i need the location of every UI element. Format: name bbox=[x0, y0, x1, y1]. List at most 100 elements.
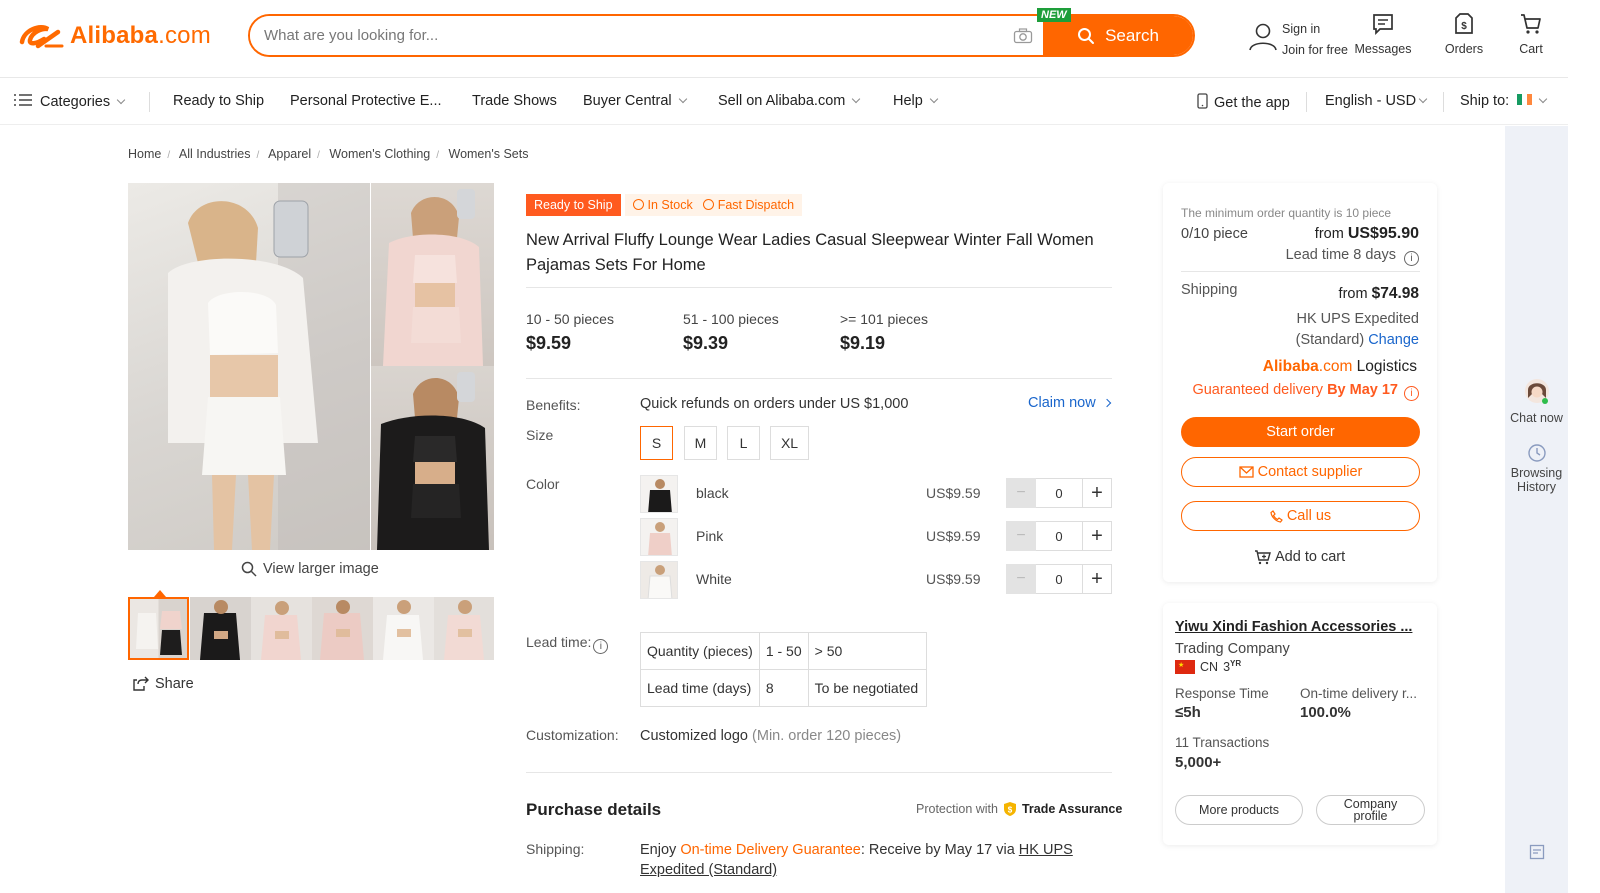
size-option-xl[interactable]: XL bbox=[770, 426, 809, 460]
increment-button[interactable]: + bbox=[1082, 521, 1112, 551]
color-name: White bbox=[696, 571, 732, 587]
info-icon[interactable]: i bbox=[1404, 251, 1419, 266]
mail-icon bbox=[1238, 466, 1254, 478]
join-link[interactable]: Join for free bbox=[1282, 40, 1348, 61]
quantity-input[interactable]: 0 bbox=[1036, 478, 1082, 508]
cart-icon bbox=[1521, 14, 1541, 34]
search-input[interactable] bbox=[250, 16, 1003, 55]
ontime-delivery-value: 100.0% bbox=[1300, 704, 1351, 721]
color-price: US$9.59 bbox=[926, 485, 981, 501]
browsing-history-button[interactable]: Browsing History bbox=[1505, 443, 1568, 494]
supplier-name-link[interactable]: Yiwu Xindi Fashion Accessories ... bbox=[1175, 619, 1412, 635]
thumbnail-4[interactable] bbox=[312, 597, 373, 660]
info-icon[interactable]: i bbox=[593, 639, 609, 654]
size-option-l[interactable]: L bbox=[727, 426, 760, 460]
nav-sell[interactable]: Sell on Alibaba.com bbox=[718, 93, 861, 109]
info-icon[interactable]: i bbox=[1404, 386, 1419, 401]
size-option-s[interactable]: S bbox=[640, 426, 673, 460]
start-order-button[interactable]: Start order bbox=[1181, 417, 1420, 447]
price-tier-1: 10 - 50 pieces $9.59 bbox=[526, 311, 614, 354]
price-tier-2: 51 - 100 pieces $9.39 bbox=[683, 311, 779, 354]
breadcrumb-all-industries[interactable]: All Industries bbox=[179, 147, 251, 161]
signin-block[interactable]: Sign in Join for free bbox=[1282, 19, 1348, 61]
pink-variant-image[interactable] bbox=[371, 183, 494, 366]
signin-link[interactable]: Sign in bbox=[1282, 19, 1348, 40]
company-profile-label-2: profile bbox=[1353, 809, 1388, 823]
logistics-brand: Alibaba bbox=[1262, 358, 1319, 375]
size-label: Size bbox=[526, 427, 554, 443]
decrement-button[interactable]: − bbox=[1006, 564, 1036, 594]
decrement-button[interactable]: − bbox=[1006, 521, 1036, 551]
breadcrumb-womens-clothing[interactable]: Women's Clothing bbox=[329, 147, 430, 161]
nav-buyer-central[interactable]: Buyer Central bbox=[583, 93, 687, 109]
browsing-history-label-1: Browsing bbox=[1510, 466, 1563, 480]
nav-help[interactable]: Help bbox=[893, 93, 939, 109]
product-tags: Ready to Ship In Stock Fast Dispatch bbox=[526, 194, 803, 216]
orders-button[interactable]: $ Orders bbox=[1441, 12, 1487, 56]
years-value: 3 bbox=[1223, 660, 1231, 675]
breadcrumb-home[interactable]: Home bbox=[128, 147, 161, 161]
divider bbox=[149, 92, 150, 112]
shipping-receive: : Receive by May 17 via bbox=[860, 842, 1019, 858]
ireland-flag-icon bbox=[1517, 94, 1533, 105]
chevron-down-icon bbox=[1418, 94, 1428, 104]
add-to-cart-label: Add to cart bbox=[1275, 549, 1346, 565]
get-app-link[interactable]: Get the app bbox=[1197, 93, 1290, 111]
lead-time-table: Quantity (pieces) 1 - 50 > 50 Lead time … bbox=[640, 632, 927, 707]
increment-button[interactable]: + bbox=[1082, 478, 1112, 508]
black-variant-image[interactable] bbox=[371, 366, 494, 550]
tier-range: 10 - 50 pieces bbox=[526, 311, 614, 327]
nav-trade-shows[interactable]: Trade Shows bbox=[472, 93, 557, 109]
feedback-icon[interactable] bbox=[1529, 844, 1546, 864]
company-profile-button[interactable]: Company profile bbox=[1316, 795, 1425, 825]
nav-ready-to-ship[interactable]: Ready to Ship bbox=[173, 93, 264, 109]
alibaba-logo[interactable]: Alibaba.com bbox=[18, 18, 211, 54]
ship-to-selector[interactable]: Ship to: bbox=[1460, 93, 1548, 109]
add-to-cart-button[interactable]: Add to cart bbox=[1254, 549, 1345, 565]
view-larger-label: View larger image bbox=[263, 561, 379, 577]
quantity-input[interactable]: 0 bbox=[1036, 564, 1082, 594]
thumbnail-2[interactable] bbox=[190, 597, 251, 660]
breadcrumb-womens-sets[interactable]: Women's Sets bbox=[449, 147, 529, 161]
thumbnail-3[interactable] bbox=[251, 597, 312, 660]
messages-button[interactable]: Messages bbox=[1353, 12, 1413, 56]
ontime-guarantee-link[interactable]: On-time Delivery Guarantee bbox=[680, 842, 861, 858]
decrement-button[interactable]: − bbox=[1006, 478, 1036, 508]
more-products-button[interactable]: More products bbox=[1175, 795, 1303, 825]
top-header: Alibaba.com Search NEW Sign in Join for … bbox=[0, 0, 1600, 78]
table-row: Quantity (pieces) 1 - 50 > 50 bbox=[640, 632, 927, 670]
change-shipping-link[interactable]: Change bbox=[1368, 332, 1419, 348]
quantity-input[interactable]: 0 bbox=[1036, 521, 1082, 551]
shipping-enjoy: Enjoy bbox=[640, 842, 681, 858]
cart-button[interactable]: Cart bbox=[1514, 12, 1548, 56]
claim-now-link[interactable]: Claim now bbox=[1028, 395, 1111, 411]
color-swatch-pink[interactable] bbox=[640, 518, 678, 556]
table-cell: > 50 bbox=[807, 632, 927, 670]
color-swatch-white[interactable] bbox=[640, 561, 678, 599]
color-swatch-black[interactable] bbox=[640, 475, 678, 513]
thumbnail-6[interactable] bbox=[434, 597, 494, 660]
language-selector[interactable]: English - USD bbox=[1325, 93, 1428, 109]
view-larger-image[interactable]: View larger image bbox=[241, 561, 379, 577]
get-app-label: Get the app bbox=[1214, 95, 1290, 111]
nav-ppe[interactable]: Personal Protective E... bbox=[290, 93, 442, 109]
breadcrumb-apparel[interactable]: Apparel bbox=[268, 147, 311, 161]
ship-to-label: Ship to: bbox=[1460, 93, 1510, 109]
share-button[interactable]: Share bbox=[133, 676, 194, 692]
increment-button[interactable]: + bbox=[1082, 564, 1112, 594]
main-product-image[interactable] bbox=[128, 183, 370, 550]
call-us-button[interactable]: Call us bbox=[1181, 501, 1420, 531]
avatar bbox=[1524, 379, 1549, 404]
thumbnail-5[interactable] bbox=[373, 597, 434, 660]
call-us-label: Call us bbox=[1286, 508, 1332, 524]
nav-categories[interactable]: Categories bbox=[14, 93, 126, 110]
tier-range: 51 - 100 pieces bbox=[683, 311, 779, 327]
contact-supplier-button[interactable]: Contact supplier bbox=[1181, 457, 1420, 487]
size-option-m[interactable]: M bbox=[684, 426, 717, 460]
color-label: Color bbox=[526, 476, 560, 492]
chat-now-button[interactable]: Chat now bbox=[1505, 378, 1568, 425]
in-stock-tag: In Stock bbox=[632, 198, 693, 212]
trade-assurance-badge[interactable]: Protection with $ Trade Assurance bbox=[916, 801, 1122, 817]
user-icon[interactable] bbox=[1247, 20, 1279, 55]
thumbnail-1[interactable] bbox=[128, 597, 189, 660]
